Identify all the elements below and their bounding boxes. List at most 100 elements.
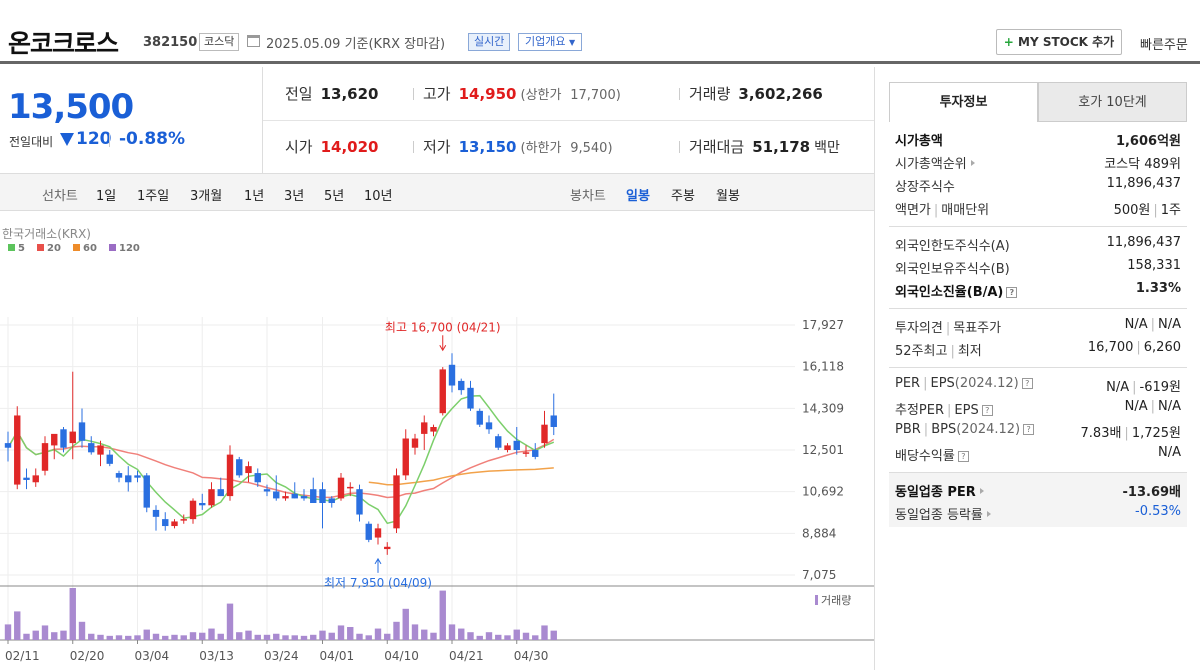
candle-body bbox=[263, 489, 271, 492]
help-icon[interactable]: ? bbox=[981, 405, 993, 416]
period-1y[interactable]: 1년 bbox=[244, 185, 264, 204]
candle-body bbox=[467, 387, 474, 409]
info-row: 상장주식수 11,896,437 bbox=[889, 172, 1187, 195]
info-row: 시가총액 1,606억원 bbox=[889, 126, 1187, 149]
info-value: 500원 | 1주 bbox=[1113, 203, 1181, 218]
candle-chart-title: 봉차트 bbox=[570, 189, 606, 204]
candle-body bbox=[134, 475, 141, 478]
x-tick-label: 02/11 bbox=[5, 649, 40, 663]
caret-right-icon[interactable] bbox=[986, 511, 991, 517]
candle-weekly[interactable]: 주봉 bbox=[671, 185, 695, 204]
period-1d[interactable]: 1일 bbox=[96, 185, 116, 204]
x-tick-label: 03/04 bbox=[135, 649, 170, 663]
candle-body bbox=[550, 415, 557, 427]
candle-body bbox=[199, 503, 206, 506]
info-value: 16,700 | 6,260 bbox=[1087, 340, 1181, 355]
candle-body bbox=[522, 452, 530, 454]
volume-bar bbox=[263, 634, 271, 640]
company-overview-dropdown[interactable]: 기업개요 ▼ bbox=[518, 33, 583, 51]
candle-body bbox=[51, 433, 58, 446]
volume-bar bbox=[421, 629, 428, 640]
help-icon[interactable]: ? bbox=[1023, 424, 1035, 435]
company-overview-label: 기업개요 bbox=[525, 35, 566, 48]
volume-bar bbox=[476, 635, 483, 640]
candle-body bbox=[60, 429, 67, 448]
period-3m[interactable]: 3개월 bbox=[190, 185, 222, 204]
candle-body bbox=[189, 500, 197, 520]
candle-body bbox=[300, 496, 308, 499]
info-table: 시가총액 1,606억원 시가총액순위 코스닥 489위 상장주식수 11,896,437… bbox=[889, 122, 1187, 527]
y-tick-label: 7,075 bbox=[802, 568, 836, 582]
volume-bar bbox=[254, 634, 261, 640]
candle-body bbox=[365, 523, 372, 540]
info-key: 외국인보유주식수(B) bbox=[895, 262, 1010, 277]
tab-order-book[interactable]: 호가 10단계 bbox=[1038, 82, 1187, 122]
period-1w[interactable]: 1주일 bbox=[137, 185, 169, 204]
volume-bar bbox=[60, 630, 67, 640]
volume-bar bbox=[115, 635, 123, 640]
info-value: -13.69배 bbox=[1122, 485, 1181, 500]
candle-body bbox=[458, 380, 465, 391]
divider bbox=[679, 141, 680, 153]
info-section: 투자의견 | 목표주가 N/A | N/A 52주최고 | 최저 16,700 | 6,260 bbox=[889, 308, 1187, 367]
tab-investment-info[interactable]: 투자정보 bbox=[889, 82, 1038, 122]
candle-monthly[interactable]: 월봉 bbox=[716, 185, 740, 204]
divider bbox=[413, 141, 414, 153]
info-key: 액면가 | 매매단위 bbox=[895, 203, 990, 218]
volume-bar bbox=[245, 630, 252, 640]
volume-bar bbox=[51, 632, 58, 640]
info-key: 동일업종 PER bbox=[895, 481, 984, 500]
info-row: PER | EPS(2024.12)? N/A | -619원 bbox=[889, 372, 1187, 395]
candle-body bbox=[273, 491, 280, 499]
period-5y[interactable]: 5년 bbox=[324, 185, 344, 204]
plus-icon: + bbox=[1003, 35, 1014, 49]
info-key: 투자의견 | 목표주가 bbox=[895, 321, 1002, 336]
candle-body bbox=[347, 486, 354, 489]
info-row: 시가총액순위 코스닥 489위 bbox=[889, 149, 1187, 172]
chevron-down-icon: ▼ bbox=[568, 38, 576, 47]
divider bbox=[263, 120, 875, 121]
info-key: 외국인소진율(B/A)? bbox=[895, 281, 1018, 300]
volume-bar bbox=[356, 633, 363, 640]
candle-body bbox=[504, 445, 511, 451]
candlestick-chart[interactable]: 한국거래소(KRX) 5 20 60 120 17,927 16,118 14,309 12,5… bbox=[0, 212, 874, 670]
period-10y[interactable]: 10년 bbox=[364, 185, 393, 204]
price-stats: 전일 13,620 고가 14,950 (상한가 17,700) 거래량 3,602,2… bbox=[262, 67, 875, 173]
info-section: 시가총액 1,606억원 시가총액순위 코스닥 489위 상장주식수 11,896,437… bbox=[889, 122, 1187, 226]
quick-order-link[interactable]: 빠른주문 bbox=[1140, 34, 1188, 53]
volume-bar bbox=[273, 633, 280, 640]
stock-name: 온코크로스 bbox=[8, 29, 119, 58]
period-3y[interactable]: 3년 bbox=[284, 185, 304, 204]
info-row: 외국인소진율(B/A)? 1.33% bbox=[889, 277, 1187, 300]
info-key: 동일업종 등락률 bbox=[895, 504, 991, 523]
candle-daily[interactable]: 일봉 bbox=[626, 185, 650, 204]
candle-body bbox=[254, 473, 261, 483]
candle-body bbox=[393, 475, 400, 529]
help-icon[interactable]: ? bbox=[1021, 378, 1033, 389]
info-row: 52주최고 | 최저 16,700 | 6,260 bbox=[889, 336, 1187, 359]
volume-bar bbox=[310, 634, 317, 640]
candle-body bbox=[4, 443, 12, 448]
caret-right-icon[interactable] bbox=[979, 488, 984, 494]
candle-body bbox=[208, 489, 215, 506]
quote-date: 2025.05.09 기준(KRX 장마감) bbox=[266, 37, 446, 52]
help-icon[interactable]: ? bbox=[957, 451, 969, 462]
info-section: 동일업종 PER -13.69배동일업종 등락률 -0.53% bbox=[889, 472, 1187, 527]
stock-code: 382150 bbox=[143, 35, 198, 50]
candle-body bbox=[430, 426, 437, 432]
info-row: 배당수익률? N/A bbox=[889, 441, 1187, 464]
y-tick-label: 14,309 bbox=[802, 401, 844, 415]
info-row: 투자의견 | 목표주가 N/A | N/A bbox=[889, 313, 1187, 336]
volume-bar bbox=[513, 629, 520, 640]
info-row: PBR | BPS(2024.12)? 7.83배 | 1,725원 bbox=[889, 418, 1187, 441]
help-icon[interactable]: ? bbox=[1006, 287, 1018, 298]
add-my-stock-button[interactable]: + MY STOCK 추가 bbox=[996, 29, 1122, 55]
volume-bar bbox=[97, 634, 104, 640]
volume-bar bbox=[226, 603, 234, 640]
realtime-button[interactable]: 실시간 bbox=[468, 33, 511, 51]
candle-body bbox=[106, 454, 113, 464]
caret-right-icon[interactable] bbox=[970, 160, 975, 166]
candle-body bbox=[439, 369, 446, 414]
candle-body bbox=[310, 489, 317, 504]
info-value: -0.53% bbox=[1135, 504, 1181, 519]
